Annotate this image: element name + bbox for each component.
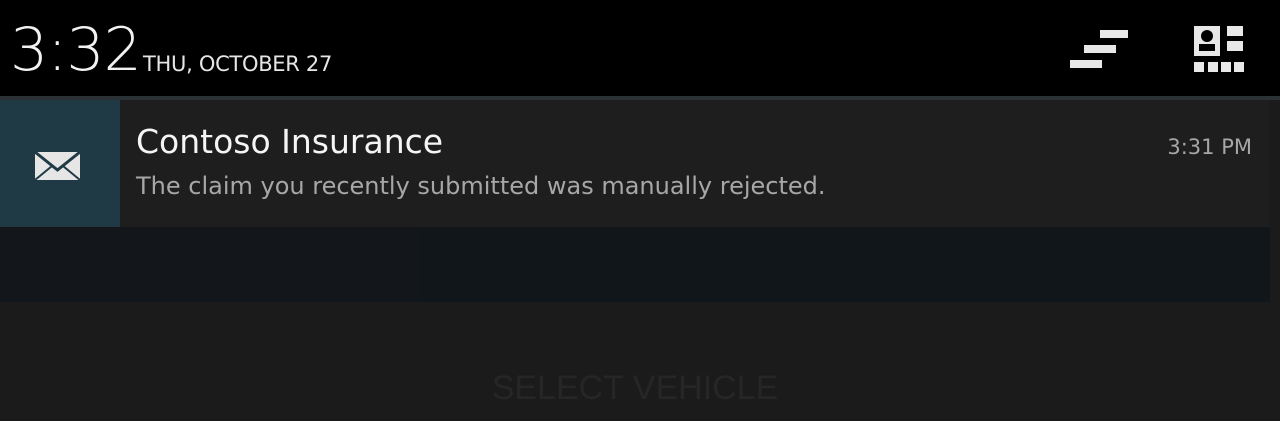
clear-all-icon xyxy=(1070,30,1128,68)
quick-settings-button[interactable] xyxy=(1188,22,1250,78)
notification-item[interactable]: Contoso Insurance The claim you recently… xyxy=(0,100,1270,227)
notification-icon-area xyxy=(0,100,120,227)
select-vehicle-label: SELECT VEHICLE xyxy=(491,369,779,407)
notification-title: Contoso Insurance xyxy=(136,122,444,161)
quick-settings-icon xyxy=(1194,26,1244,72)
notification-shade-header: 3:32 THU, OCTOBER 27 xyxy=(0,0,1280,96)
date-label: THU, OCTOBER 27 xyxy=(143,52,333,76)
notification-time: 3:31 PM xyxy=(1167,135,1252,159)
clock: 3:32 xyxy=(10,15,142,85)
clear-all-button[interactable] xyxy=(1066,22,1136,78)
notification-text: The claim you recently submitted was man… xyxy=(136,172,826,200)
envelope-icon xyxy=(34,150,81,181)
shade-handle-shadow xyxy=(0,227,420,297)
